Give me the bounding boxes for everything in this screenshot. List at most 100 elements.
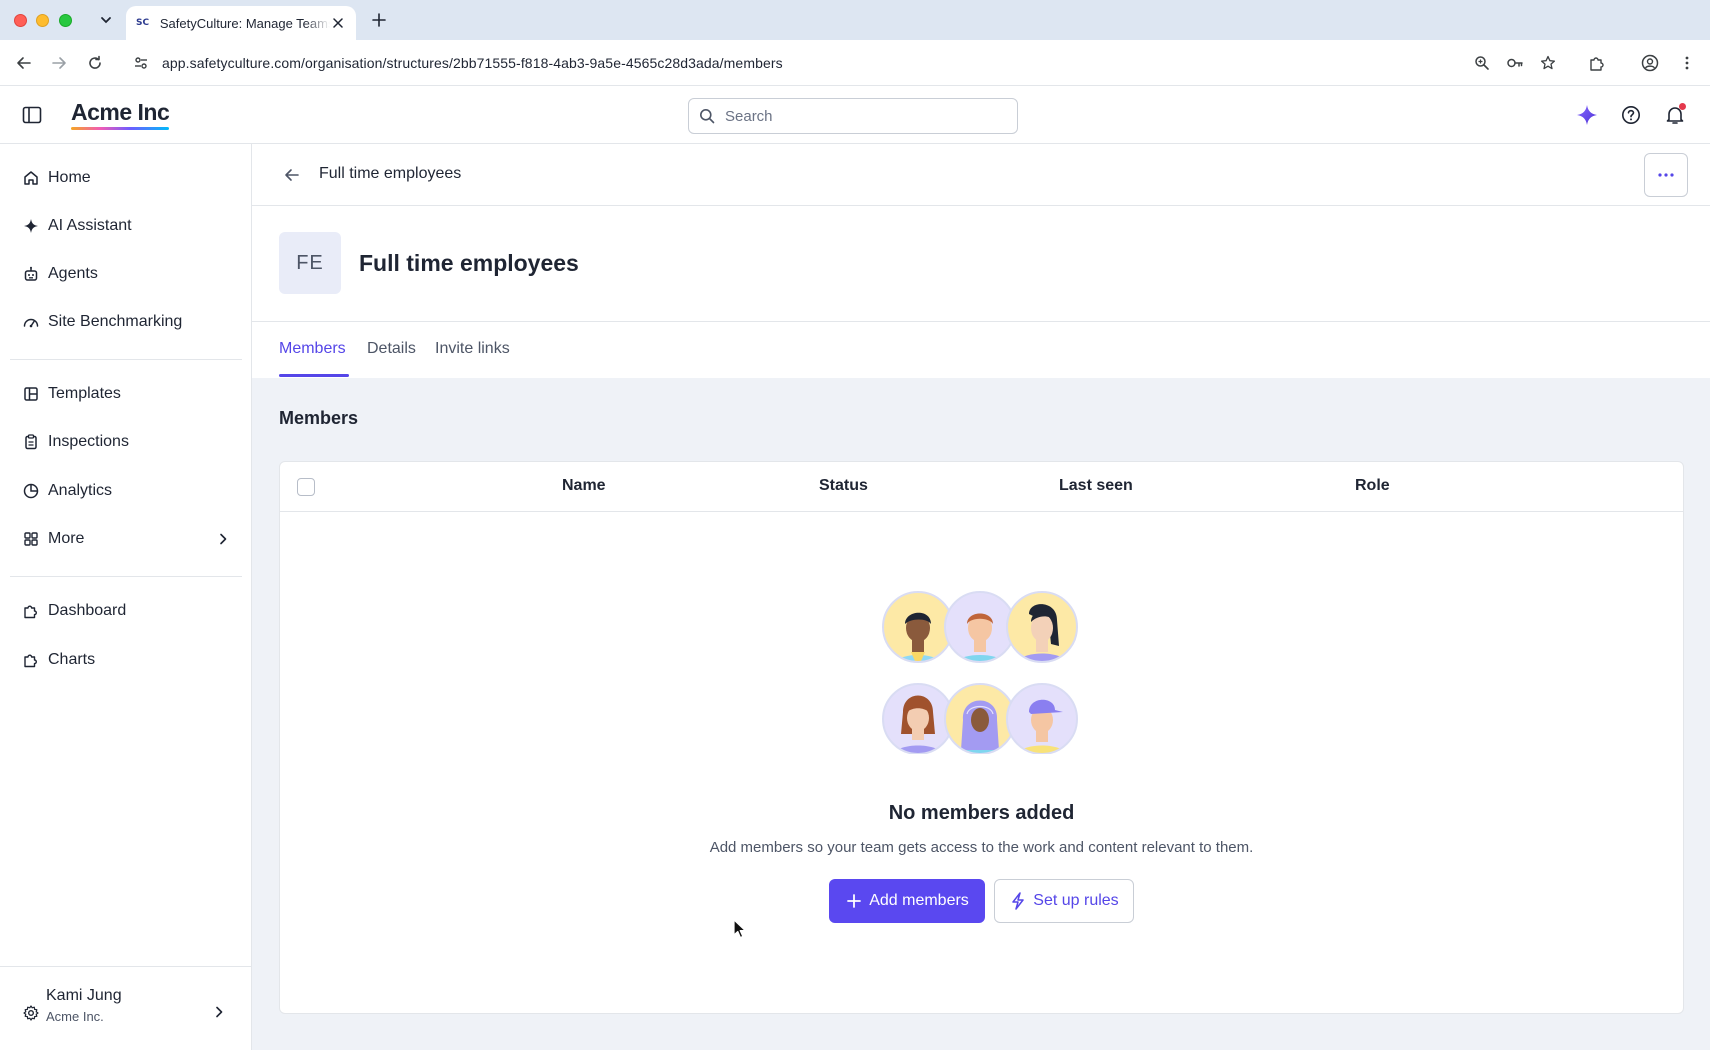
chevron-down-icon — [101, 17, 111, 24]
browser-tab[interactable]: SC SafetyCulture: Manage Teams — [126, 6, 356, 40]
browser-toolbar: app.safetyculture.com/organisation/struc… — [0, 40, 1710, 86]
new-tab-button[interactable] — [368, 9, 390, 31]
sidebar: Home AI Assistant Agents Site Benchmarki… — [0, 144, 252, 1050]
sidebar-item-home[interactable]: Home — [10, 159, 242, 197]
window-close-button[interactable] — [14, 14, 27, 27]
more-options-button[interactable] — [1644, 153, 1688, 197]
tab-close-button[interactable] — [330, 15, 346, 31]
members-table: Name Status Last seen Role No members ad… — [279, 461, 1684, 1014]
ai-sparkle-button[interactable] — [1575, 103, 1599, 127]
sidebar-item-site-benchmarking[interactable]: Site Benchmarking — [10, 303, 242, 341]
sidebar-toggle-button[interactable] — [20, 103, 44, 127]
gear-icon — [22, 1004, 40, 1022]
page-header: Full time employees — [252, 144, 1710, 206]
avatar-person-6 — [1007, 684, 1077, 754]
window-maximize-button[interactable] — [59, 14, 72, 27]
add-members-button[interactable]: Add members — [829, 879, 985, 923]
account-circle-icon — [1641, 54, 1659, 72]
mouse-cursor-icon — [733, 919, 746, 939]
browser-tab-title: SafetyCulture: Manage Teams — [159, 15, 331, 31]
arrow-left-icon — [17, 57, 31, 69]
help-button[interactable] — [1619, 103, 1643, 127]
profile-button[interactable] — [1638, 51, 1662, 75]
group-avatar: FE — [279, 232, 341, 294]
browser-forward-button[interactable] — [47, 51, 71, 75]
sidebar-item-dashboard[interactable]: Dashboard — [10, 592, 242, 630]
main-content: Full time employees FE Full time employe… — [252, 144, 1710, 1050]
address-bar[interactable]: app.safetyculture.com/organisation/struc… — [120, 46, 1570, 80]
sidebar-item-label: Home — [48, 169, 91, 186]
ai-sparkle-icon — [1577, 105, 1597, 125]
sidebar-item-label: More — [48, 530, 85, 547]
sidebar-item-templates[interactable]: Templates — [10, 375, 242, 413]
tab-search-button[interactable] — [94, 8, 118, 32]
brand-logo[interactable]: Acme Inc — [71, 99, 170, 126]
tab-invite-links[interactable]: Invite links — [435, 340, 510, 378]
help-icon — [1622, 106, 1640, 124]
sidebar-item-label: Inspections — [48, 433, 129, 450]
lightning-icon — [1009, 892, 1027, 910]
robot-icon — [22, 265, 40, 283]
grid-icon — [22, 530, 40, 548]
empty-state-description: Add members so your team gets access to … — [709, 839, 1254, 856]
key-icon — [1507, 58, 1523, 68]
browser-reload-button[interactable] — [83, 51, 107, 75]
sidebar-item-agents[interactable]: Agents — [10, 255, 242, 293]
set-up-rules-button[interactable]: Set up rules — [994, 879, 1134, 923]
active-tab-indicator — [279, 374, 349, 377]
zoom-button[interactable] — [1470, 51, 1494, 75]
browser-back-button[interactable] — [12, 51, 36, 75]
notification-badge — [1679, 103, 1686, 110]
back-button[interactable] — [282, 165, 302, 185]
browser-menu-button[interactable] — [1675, 51, 1699, 75]
notifications-button[interactable] — [1663, 103, 1687, 127]
user-menu[interactable]: Kami Jung Acme Inc. — [0, 966, 252, 1050]
gauge-icon — [22, 313, 40, 331]
password-manager-button[interactable] — [1503, 51, 1527, 75]
zoom-icon — [1475, 56, 1489, 70]
bookmark-button[interactable] — [1536, 51, 1560, 75]
column-header-name[interactable]: Name — [562, 477, 606, 495]
sidebar-item-label: Analytics — [48, 482, 113, 499]
column-header-status[interactable]: Status — [819, 477, 868, 495]
column-header-role[interactable]: Role — [1355, 477, 1390, 495]
browser-tab-strip: SC SafetyCulture: Manage Teams — [0, 0, 1710, 40]
tabs-bar: Members Details Invite links — [252, 322, 1710, 378]
tune-icon — [135, 57, 147, 69]
sidebar-item-label: Site Benchmarking — [48, 313, 183, 330]
sidebar-item-charts[interactable]: Charts — [10, 641, 242, 679]
search-icon — [700, 109, 715, 124]
sidebar-item-label: Dashboard — [48, 602, 127, 619]
select-all-checkbox[interactable] — [297, 478, 315, 496]
chevron-right-icon — [212, 1005, 226, 1019]
members-illustration — [882, 591, 1078, 754]
site-settings-button[interactable] — [124, 46, 158, 80]
template-icon — [22, 385, 40, 403]
tab-members[interactable]: Members — [279, 340, 346, 378]
sidebar-item-label: Agents — [48, 265, 98, 282]
set-up-rules-label: Set up rules — [1033, 892, 1119, 909]
search-input[interactable]: Search — [688, 98, 1018, 134]
sidebar-divider — [10, 359, 242, 360]
more-horizontal-icon — [1658, 173, 1674, 177]
breadcrumb: Full time employees — [319, 165, 462, 182]
sidebar-item-more[interactable]: More — [10, 520, 242, 558]
window-minimize-button[interactable] — [36, 14, 49, 27]
column-header-last-seen[interactable]: Last seen — [1059, 477, 1133, 495]
sidebar-item-analytics[interactable]: Analytics — [10, 472, 242, 510]
star-icon — [1540, 55, 1556, 70]
search-placeholder: Search — [725, 107, 773, 125]
tab-details[interactable]: Details — [367, 340, 416, 378]
add-members-label: Add members — [869, 892, 969, 909]
sidebar-divider — [10, 576, 242, 577]
plus-icon — [372, 13, 386, 27]
group-header: FE Full time employees — [252, 206, 1710, 322]
address-url[interactable]: app.safetyculture.com/organisation/struc… — [162, 55, 783, 71]
brand-underline — [71, 127, 169, 130]
sidebar-item-ai-assistant[interactable]: AI Assistant — [10, 207, 242, 245]
extensions-button[interactable] — [1585, 51, 1609, 75]
sidebar-item-inspections[interactable]: Inspections — [10, 423, 242, 461]
puzzle-extension-icon — [1590, 57, 1604, 71]
table-header: Name Status Last seen Role — [280, 462, 1683, 512]
plus-icon — [845, 892, 863, 910]
